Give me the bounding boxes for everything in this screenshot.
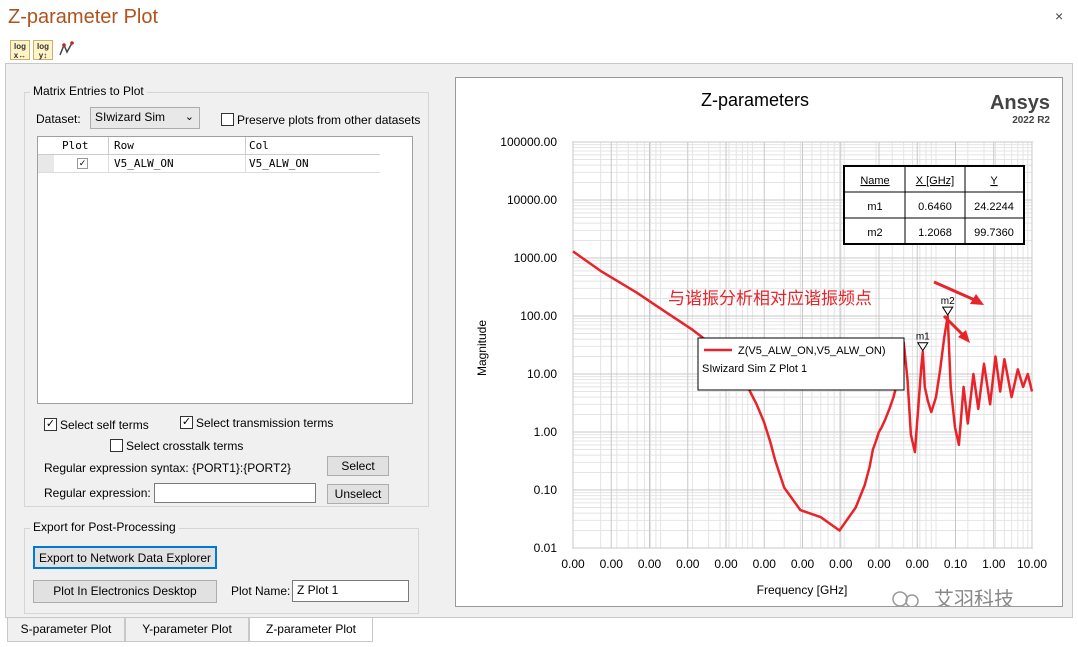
col-port: V5_ALW_ON — [249, 157, 309, 170]
marker-table-m1-y: 24.2244 — [974, 201, 1014, 213]
regex-label: Regular expression: — [44, 486, 151, 500]
y-tick-label: 100000.00 — [500, 135, 557, 149]
close-icon[interactable]: × — [1055, 8, 1063, 24]
marker-table-m2-y: 99.7360 — [974, 227, 1014, 239]
tab-z-parameter[interactable]: Z-parameter Plot — [249, 618, 373, 642]
tab-s-parameter[interactable]: S-parameter Plot — [7, 618, 125, 642]
plot-in-desktop-button[interactable]: Plot In Electronics Desktop — [33, 580, 217, 603]
x-tick-label: 0.00 — [638, 557, 662, 571]
marker-plot-icon[interactable] — [57, 40, 75, 58]
y-tick-label: 10.00 — [527, 367, 557, 381]
regex-input[interactable] — [154, 483, 316, 503]
window-title: Z-parameter Plot — [8, 6, 159, 28]
plot-name-input[interactable]: Z Plot 1 — [292, 580, 409, 602]
legend-series-name: Z(V5_ALW_ON,V5_ALW_ON) — [738, 345, 886, 357]
x-tick-label: 1.00 — [982, 557, 1006, 571]
matrix-grid — [37, 136, 413, 404]
grid-header-row-label: Row — [114, 139, 134, 152]
x-tick-label: 0.00 — [829, 557, 853, 571]
row-port: V5_ALW_ON — [114, 157, 174, 170]
unselect-button[interactable]: Unselect — [327, 484, 389, 504]
export-group-label: Export for Post-Processing — [30, 520, 179, 534]
z-parameter-chart: Z-parameters Ansys 2022 R2 0.01 0.10 1.00 1… — [475, 90, 1050, 611]
x-tick-label: 0.00 — [906, 557, 930, 571]
self-terms-checkbox[interactable]: ✓ — [44, 418, 57, 431]
crosstalk-checkbox[interactable] — [110, 439, 123, 452]
log-y-label: log — [37, 42, 49, 51]
chart-legend[interactable]: Z(V5_ALW_ON,V5_ALW_ON) SIwizard Sim Z Pl… — [697, 337, 905, 391]
grid-header-col: Col — [249, 139, 269, 152]
x-tick-labels: 0.00 0.00 0.00 0.00 0.00 0.00 0.00 0.00 0.00 0.00… — [561, 557, 1047, 571]
regex-syntax-label: Regular expression syntax: {PORT1}:{PORT… — [44, 461, 292, 475]
x-tick-label: 0.00 — [714, 557, 738, 571]
resonance-annotation: 与谐振分析相对应谐振频点 — [668, 289, 872, 308]
dataset-select[interactable]: SIwizard Sim ⌄ — [90, 107, 200, 129]
x-tick-label: 0.10 — [944, 557, 968, 571]
marker-table-m2-x: 1.2068 — [918, 227, 952, 239]
x-tick-label: 0.00 — [676, 557, 700, 571]
transmission-checkbox[interactable]: ✓ — [180, 416, 193, 429]
table-row[interactable]: ✓ V5_ALW_ON V5_ALW_ON — [38, 155, 380, 173]
x-axis-label: Frequency [GHz] — [757, 583, 848, 597]
marker-table-m1-x: 0.6460 — [918, 201, 952, 213]
plot-panel: Z-parameters Ansys 2022 R2 0.01 0.10 1.00 1… — [455, 77, 1063, 611]
marker-table: Name X [GHz] Y m1 0.6460 24.2244 m2 1.20… — [843, 165, 1025, 245]
dataset-value: SIwizard Sim — [95, 110, 166, 124]
chevron-down-icon: ⌄ — [184, 111, 194, 123]
log-x-toggle-button[interactable]: log x↔ — [10, 40, 30, 60]
x-tick-label: 0.00 — [600, 557, 624, 571]
log-y-axis-label: y↕ — [38, 51, 48, 60]
grid-header-plot: Plot — [62, 139, 89, 152]
tab-y-parameter[interactable]: Y-parameter Plot — [125, 618, 249, 642]
ansys-version: 2022 R2 — [1012, 115, 1050, 126]
log-x-axis-label: x↔ — [13, 51, 27, 60]
marker-table-header-y: Y — [990, 175, 998, 187]
preserve-label: Preserve plots from other datasets — [237, 113, 421, 127]
preserve-checkbox[interactable] — [221, 113, 234, 126]
log-x-label: log — [14, 42, 26, 51]
export-network-button[interactable]: Export to Network Data Explorer — [33, 546, 217, 569]
transmission-label: Select transmission terms — [196, 416, 334, 430]
x-tick-label: 0.00 — [791, 557, 815, 571]
crosstalk-label: Select crosstalk terms — [126, 439, 244, 453]
y-tick-label: 10000.00 — [507, 193, 557, 207]
y-tick-label: 0.10 — [534, 483, 558, 497]
x-tick-label: 10.00 — [1017, 557, 1047, 571]
ansys-logo: Ansys — [990, 92, 1050, 114]
y-tick-label: 1000.00 — [514, 251, 558, 265]
y-tick-label: 0.01 — [534, 541, 558, 555]
x-tick-label: 0.00 — [867, 557, 891, 571]
row-plot-checkbox[interactable]: ✓ — [77, 158, 88, 169]
marker-table-header-x: X [GHz] — [916, 175, 955, 187]
y-tick-label: 1.00 — [534, 425, 558, 439]
grid-header-row: Plot Row Col — [38, 137, 380, 155]
plot-name-label: Plot Name: — [231, 584, 291, 598]
chart-title: Z-parameters — [701, 90, 809, 110]
matrix-group-label: Matrix Entries to Plot — [30, 84, 147, 98]
marker-table-m1-name: m1 — [867, 201, 882, 213]
dataset-label: Dataset: — [36, 112, 81, 126]
legend-subtitle: SIwizard Sim Z Plot 1 — [702, 363, 807, 375]
y-axis-label: Magnitude — [475, 320, 489, 376]
x-tick-label: 0.00 — [753, 557, 777, 571]
y-tick-label: 100.00 — [520, 309, 557, 323]
y-tick-labels: 0.01 0.10 1.00 10.00 100.00 1000.00 10000.00 10… — [500, 135, 557, 555]
log-y-toggle-button[interactable]: log y↕ — [33, 40, 53, 60]
self-terms-label: Select self terms — [60, 418, 149, 432]
marker-table-m2-name: m2 — [867, 227, 882, 239]
marker-m2-label: m2 — [941, 296, 955, 307]
tab-bar: S-parameter Plot Y-parameter Plot Z-para… — [5, 618, 1073, 644]
marker-m1-label: m1 — [916, 332, 930, 343]
x-tick-label: 0.00 — [561, 557, 585, 571]
select-button[interactable]: Select — [327, 456, 389, 476]
watermark: 艾羽科技 — [892, 588, 1014, 611]
watermark-text: 艾羽科技 — [934, 588, 1014, 606]
marker-table-header-name: Name — [860, 175, 889, 187]
